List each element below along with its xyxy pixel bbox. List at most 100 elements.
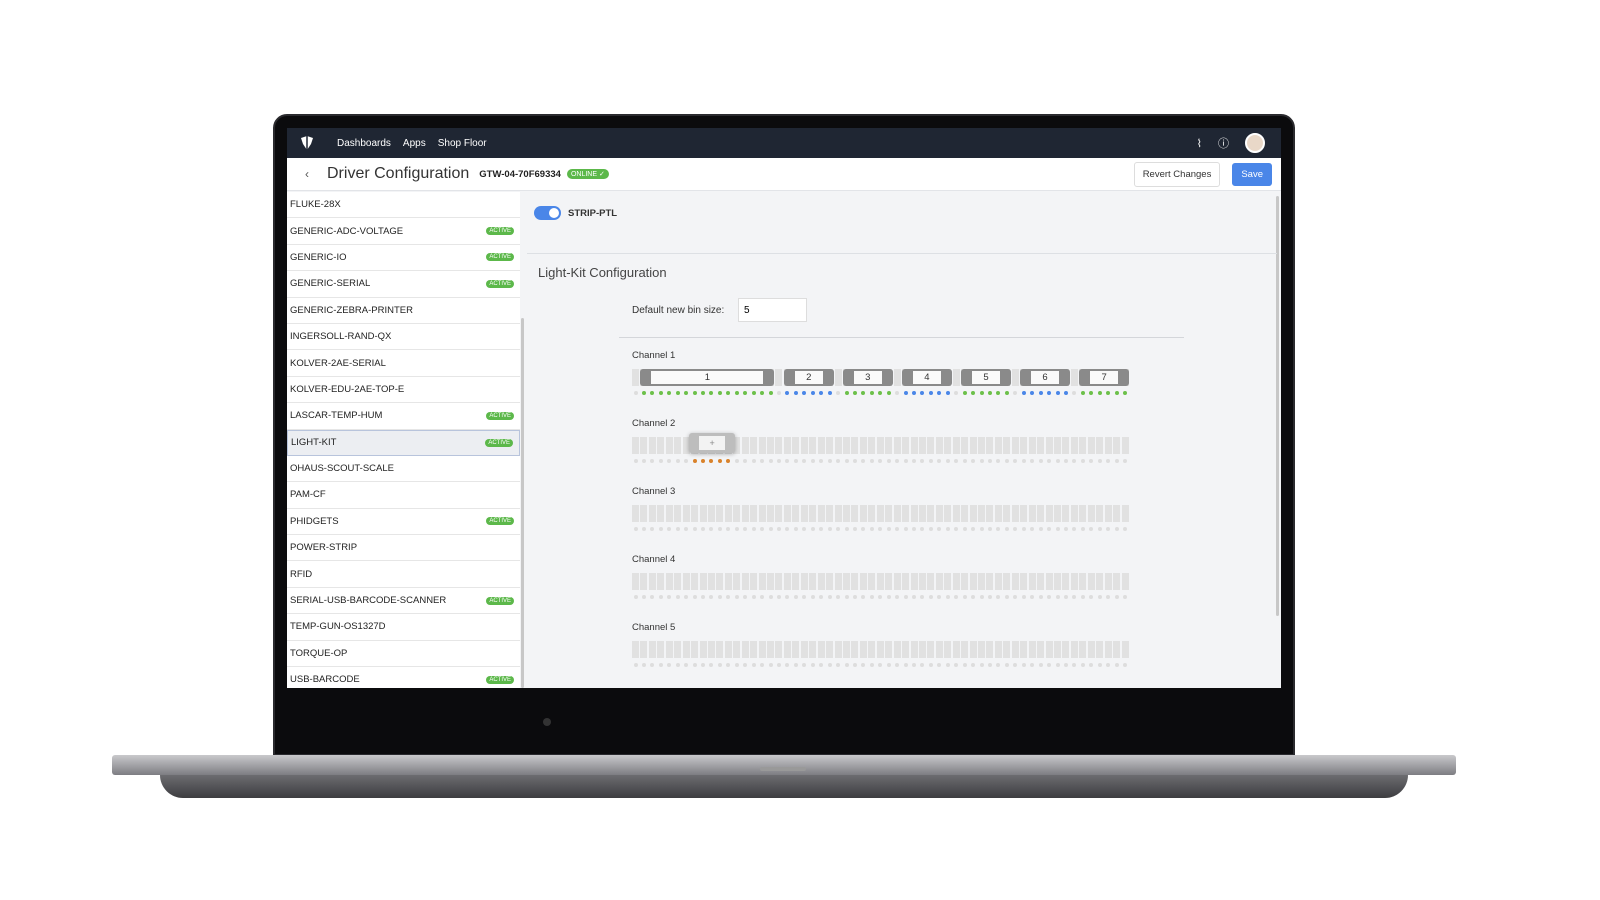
led-segment[interactable] bbox=[657, 573, 665, 590]
led-segment[interactable] bbox=[1020, 641, 1028, 658]
led-segment[interactable] bbox=[1003, 505, 1011, 522]
led-segment[interactable] bbox=[792, 573, 800, 590]
led-segment[interactable] bbox=[1096, 437, 1104, 454]
driver-list-item[interactable]: GENERIC-IO ACTIVE bbox=[287, 245, 520, 272]
bin[interactable]: 2 bbox=[783, 369, 834, 386]
led-segment[interactable] bbox=[1011, 369, 1019, 386]
led-segment[interactable] bbox=[699, 505, 707, 522]
led-segment[interactable] bbox=[817, 641, 825, 658]
led-segment[interactable] bbox=[1070, 641, 1078, 658]
led-segment[interactable] bbox=[1028, 573, 1036, 590]
led-segment[interactable] bbox=[648, 437, 656, 454]
led-segment[interactable] bbox=[691, 641, 699, 658]
sidebar-scrollbar[interactable] bbox=[521, 318, 524, 688]
led-segment[interactable] bbox=[843, 505, 850, 522]
led-segment[interactable] bbox=[1037, 573, 1045, 590]
nav-shop-floor[interactable]: Shop Floor bbox=[438, 138, 487, 149]
led-segment[interactable] bbox=[1028, 505, 1036, 522]
led-segment[interactable] bbox=[657, 437, 665, 454]
led-segment[interactable] bbox=[724, 573, 732, 590]
led-segment[interactable] bbox=[1045, 641, 1053, 658]
led-segment[interactable] bbox=[986, 437, 994, 454]
main-scrollbar[interactable] bbox=[1276, 196, 1279, 616]
nav-dashboards[interactable]: Dashboards bbox=[337, 138, 391, 149]
led-segment[interactable] bbox=[876, 573, 884, 590]
led-segment[interactable] bbox=[1104, 505, 1112, 522]
led-segment[interactable] bbox=[1003, 641, 1011, 658]
led-segment[interactable] bbox=[893, 505, 901, 522]
led-segment[interactable] bbox=[1070, 437, 1078, 454]
led-strip[interactable] bbox=[632, 641, 1132, 671]
led-segment[interactable] bbox=[826, 641, 834, 658]
led-segment[interactable] bbox=[1104, 437, 1112, 454]
save-button[interactable]: Save bbox=[1232, 162, 1272, 186]
led-segment[interactable] bbox=[665, 573, 673, 590]
led-segment[interactable] bbox=[843, 641, 850, 658]
led-segment[interactable] bbox=[1113, 505, 1121, 522]
led-segment[interactable] bbox=[961, 505, 969, 522]
led-segment[interactable] bbox=[843, 573, 850, 590]
led-segment[interactable] bbox=[1054, 641, 1061, 658]
driver-list-item[interactable]: SERIAL-USB-BARCODE-SCANNER ACTIVE bbox=[287, 588, 520, 615]
led-segment[interactable] bbox=[902, 573, 910, 590]
led-segment[interactable] bbox=[944, 641, 952, 658]
led-segment[interactable] bbox=[910, 505, 918, 522]
led-segment[interactable] bbox=[893, 369, 901, 386]
led-segment[interactable] bbox=[986, 573, 994, 590]
led-segment[interactable] bbox=[733, 573, 741, 590]
led-segment[interactable] bbox=[1113, 573, 1121, 590]
led-segment[interactable] bbox=[682, 641, 690, 658]
led-segment[interactable] bbox=[885, 437, 893, 454]
driver-list-item[interactable]: PAM-CF bbox=[287, 482, 520, 509]
led-segment[interactable] bbox=[1096, 573, 1104, 590]
led-segment[interactable] bbox=[767, 505, 775, 522]
led-segment[interactable] bbox=[775, 437, 783, 454]
driver-list-item[interactable]: INGERSOLL-RAND-QX bbox=[287, 324, 520, 351]
led-segment[interactable] bbox=[834, 437, 842, 454]
bin-size-input[interactable]: 5 bbox=[738, 298, 807, 322]
led-segment[interactable] bbox=[707, 505, 715, 522]
led-segment[interactable] bbox=[800, 641, 808, 658]
led-segment[interactable] bbox=[1020, 573, 1028, 590]
led-segment[interactable] bbox=[783, 573, 791, 590]
driver-list-item[interactable]: GENERIC-ADC-VOLTAGE ACTIVE bbox=[287, 218, 520, 245]
led-segment[interactable] bbox=[775, 505, 783, 522]
led-segment[interactable] bbox=[876, 641, 884, 658]
led-segment[interactable] bbox=[885, 505, 893, 522]
led-segment[interactable] bbox=[800, 437, 808, 454]
led-segment[interactable] bbox=[868, 505, 876, 522]
led-segment[interactable] bbox=[969, 437, 977, 454]
led-segment[interactable] bbox=[1121, 505, 1129, 522]
avatar[interactable] bbox=[1245, 133, 1265, 153]
led-segment[interactable] bbox=[1062, 505, 1070, 522]
led-segment[interactable] bbox=[632, 505, 639, 522]
led-segment[interactable] bbox=[969, 641, 977, 658]
led-segment[interactable] bbox=[994, 437, 1002, 454]
tulip-logo-icon[interactable] bbox=[299, 135, 315, 151]
led-segment[interactable] bbox=[885, 573, 893, 590]
led-segment[interactable] bbox=[665, 437, 673, 454]
help-icon[interactable]: ⓘ bbox=[1218, 135, 1229, 151]
led-segment[interactable] bbox=[691, 573, 699, 590]
led-segment[interactable] bbox=[1045, 505, 1053, 522]
bin[interactable]: 3 bbox=[843, 369, 893, 386]
led-segment[interactable] bbox=[944, 573, 952, 590]
led-segment[interactable] bbox=[834, 369, 842, 386]
driver-list-item[interactable]: FLUKE-28X bbox=[287, 192, 520, 219]
led-segment[interactable] bbox=[952, 641, 960, 658]
led-segment[interactable] bbox=[868, 437, 876, 454]
led-segment[interactable] bbox=[741, 641, 749, 658]
led-segment[interactable] bbox=[1020, 505, 1028, 522]
led-segment[interactable] bbox=[716, 573, 724, 590]
led-segment[interactable] bbox=[893, 437, 901, 454]
led-segment[interactable] bbox=[876, 437, 884, 454]
led-segment[interactable] bbox=[724, 505, 732, 522]
driver-list-item[interactable]: GENERIC-SERIAL ACTIVE bbox=[287, 271, 520, 298]
led-segment[interactable] bbox=[648, 573, 656, 590]
driver-list-item[interactable]: GENERIC-ZEBRA-PRINTER bbox=[287, 298, 520, 324]
led-segment[interactable] bbox=[868, 641, 876, 658]
driver-list-item[interactable]: KOLVER-EDU-2AE-TOP-E bbox=[287, 377, 520, 404]
led-segment[interactable] bbox=[902, 437, 910, 454]
led-segment[interactable] bbox=[682, 505, 690, 522]
led-segment[interactable] bbox=[1037, 505, 1045, 522]
